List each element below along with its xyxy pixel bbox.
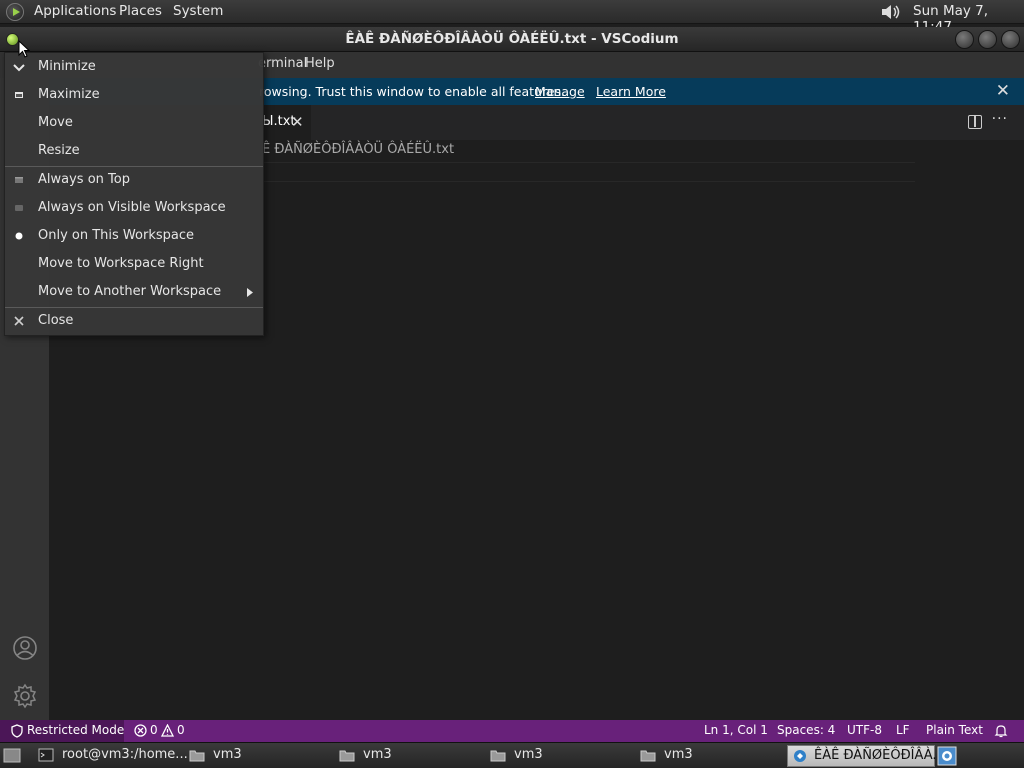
notifications-bell-icon[interactable] [994, 724, 1008, 738]
close-icon[interactable]: ✕ [996, 81, 1010, 101]
error-count: 0 [150, 723, 158, 737]
menu-item-close[interactable]: Close [5, 307, 263, 335]
warning-icon [161, 724, 174, 737]
menu-item-maximize[interactable]: Maximize [5, 81, 263, 109]
mouse-pointer-icon [18, 40, 30, 58]
indentation-setting[interactable]: Spaces: 4 [777, 723, 835, 737]
restricted-mode-label: Restricted Mode [27, 723, 125, 737]
eol-setting[interactable]: LF [896, 723, 910, 737]
menu-item-resize[interactable]: Resize [5, 137, 263, 165]
workspace-switcher-icon[interactable] [937, 746, 957, 766]
always-on-top-icon [15, 177, 23, 183]
top-panel: Applications Places System Sun May 7, 11… [0, 0, 1024, 35]
menu-item-always-on-top[interactable]: Always on Top [5, 166, 263, 194]
banner-learn-more-link[interactable]: Learn More [596, 84, 666, 99]
folder-icon [490, 750, 506, 762]
close-icon [14, 316, 24, 326]
menu-item-move-workspace-right[interactable]: Move to Workspace Right [5, 250, 263, 278]
vscodium-icon [794, 750, 806, 762]
minimize-window-button[interactable] [955, 30, 974, 49]
menu-help[interactable]: Help [305, 56, 335, 71]
maximize-window-button[interactable] [978, 30, 997, 49]
account-icon[interactable] [12, 635, 38, 661]
close-window-button[interactable] [1001, 30, 1020, 49]
folder-icon [189, 750, 205, 762]
folder-icon [640, 750, 656, 762]
warning-count: 0 [177, 723, 185, 737]
system-menu[interactable]: System [173, 3, 223, 19]
problems-indicator[interactable]: 0 0 [133, 720, 193, 742]
menu-item-move[interactable]: Move [5, 109, 263, 137]
error-icon [134, 724, 147, 737]
show-desktop-icon[interactable] [3, 748, 21, 763]
taskbar-item-vscodium[interactable]: ÊÀÊ ÐÀÑØÈÔÐÎÂÀ... [787, 745, 945, 767]
volume-icon[interactable] [880, 3, 902, 21]
visible-workspace-icon [15, 205, 23, 211]
cursor-position[interactable]: Ln 1, Col 1 [704, 723, 768, 737]
menu-item-minimize[interactable]: Minimize [5, 53, 263, 81]
window-menu: Minimize Maximize Move Resize Always on … [4, 52, 264, 336]
restricted-mode-indicator[interactable]: Restricted Mode [0, 720, 124, 742]
taskbar-item-terminal[interactable]: root@vm3:/home... [38, 745, 188, 767]
menu-item-always-on-visible-workspace[interactable]: Always on Visible Workspace [5, 194, 263, 222]
folder-icon [339, 750, 355, 762]
menu-terminal[interactable]: erminal [258, 56, 307, 71]
taskbar-item-vm3[interactable]: vm3 [490, 745, 630, 767]
submenu-arrow-icon [247, 288, 253, 297]
banner-manage-link[interactable]: Manage [535, 84, 585, 99]
close-icon[interactable]: ✕ [291, 113, 304, 131]
applications-menu-icon[interactable] [6, 3, 24, 21]
banner-text: rowsing. Trust this window to enable all… [259, 84, 566, 99]
minimize-icon [13, 64, 25, 72]
radio-selected-icon [15, 232, 23, 240]
more-actions-icon[interactable]: ··· [992, 111, 1008, 127]
taskbar: root@vm3:/home... vm3 vm3 vm3 vm3 ÊÀÊ ÐÀ… [0, 742, 1024, 768]
breadcrumb-file[interactable]: Ê ÐÀÑØÈÔÐÎÂÀÒÜ ÔÀÉËÛ.txt [262, 142, 454, 157]
maximize-icon [15, 92, 23, 98]
window-titlebar[interactable]: ÊÀÊ ÐÀÑØÈÔÐÎÂÀÒÜ ÔÀÉËÛ.txt - VSCodium [0, 27, 1024, 52]
taskbar-item-vm3[interactable]: vm3 [189, 745, 329, 767]
applications-menu[interactable]: Applications [34, 3, 116, 19]
settings-gear-icon[interactable] [12, 683, 38, 709]
split-editor-icon[interactable] [968, 115, 982, 129]
window-title: ÊÀÊ ÐÀÑØÈÔÐÎÂÀÒÜ ÔÀÉËÛ.txt - VSCodium [345, 31, 679, 47]
shield-icon [11, 724, 23, 738]
terminal-icon [38, 748, 54, 762]
encoding-setting[interactable]: UTF-8 [847, 723, 882, 737]
taskbar-item-vm3[interactable]: vm3 [339, 745, 479, 767]
taskbar-item-vm3[interactable]: vm3 [640, 745, 780, 767]
menu-item-only-on-this-workspace[interactable]: Only on This Workspace [5, 222, 263, 250]
places-menu[interactable]: Places [119, 3, 162, 19]
menu-item-move-another-workspace[interactable]: Move to Another Workspace [5, 278, 263, 306]
status-bar: Restricted Mode 0 0 Ln 1, Col 1 Spaces: … [0, 720, 1024, 742]
language-mode[interactable]: Plain Text [926, 723, 983, 737]
